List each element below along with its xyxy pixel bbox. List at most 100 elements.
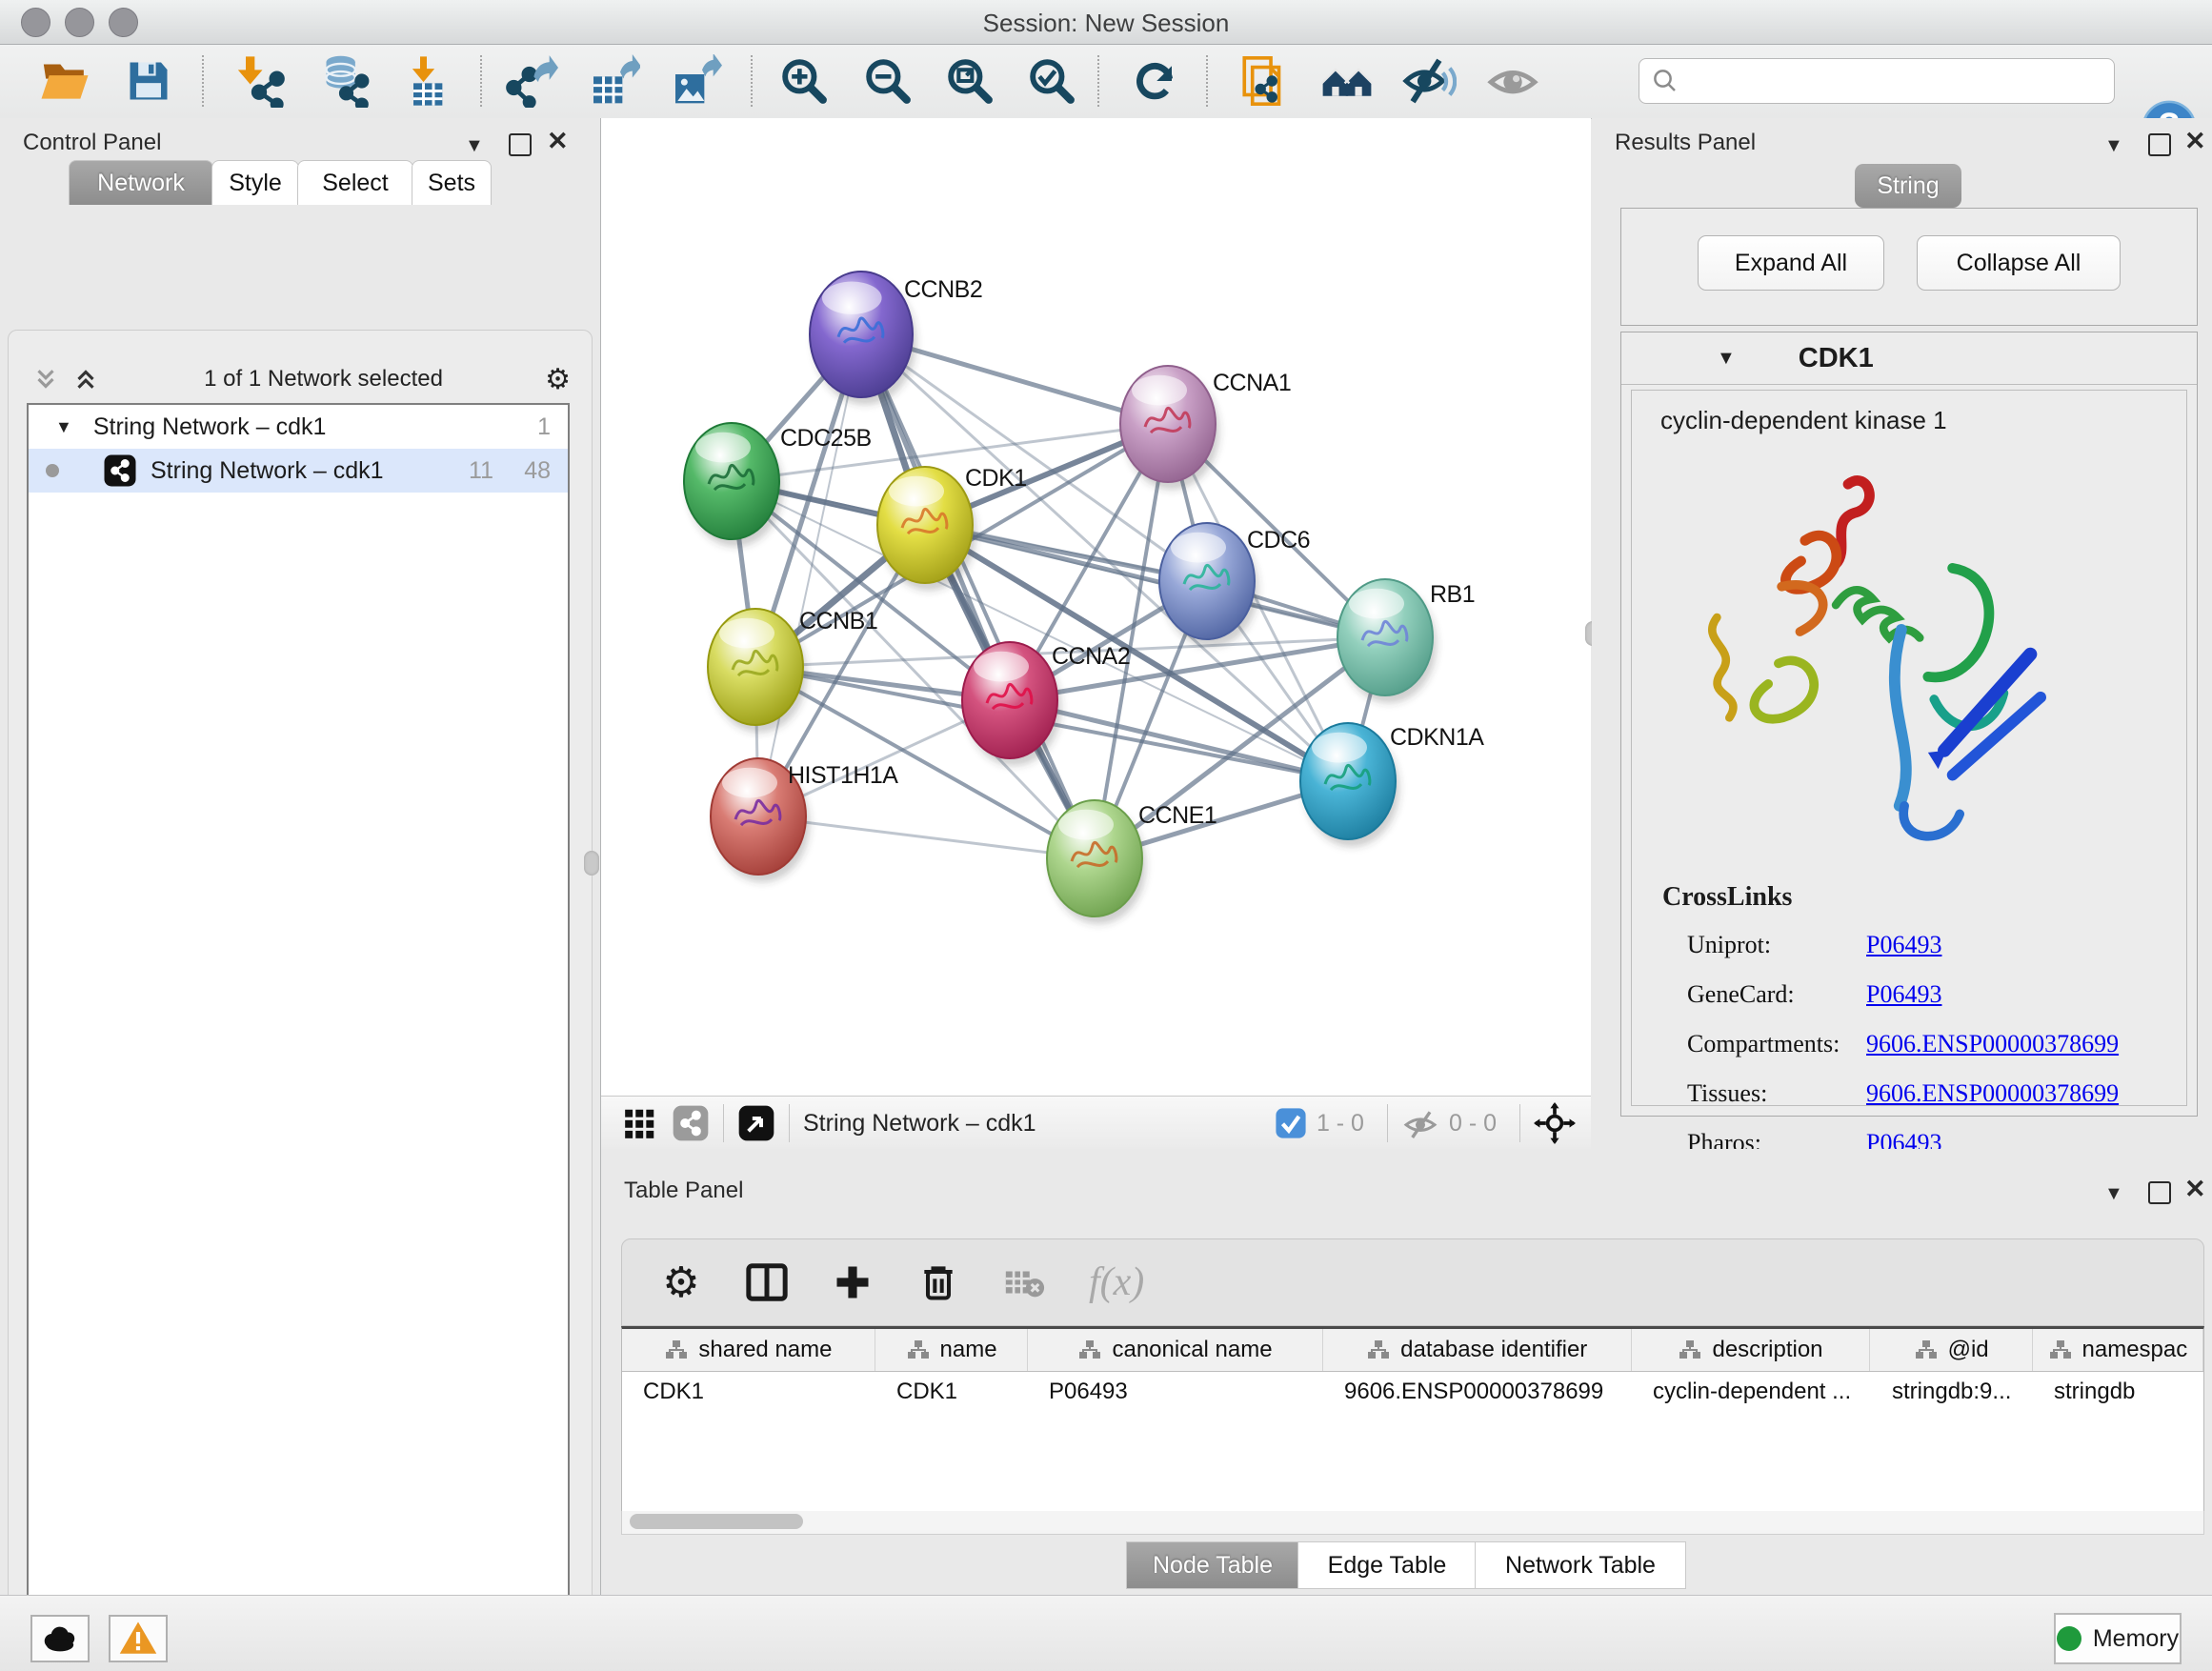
tab-network-table[interactable]: Network Table bbox=[1475, 1541, 1686, 1589]
string-import-button[interactable] bbox=[1233, 52, 1297, 110]
crosslink-link[interactable]: 9606.ENSP00000378699 bbox=[1866, 1030, 2119, 1058]
network-node[interactable] bbox=[1120, 366, 1219, 490]
selected-node-edge-counts: 1 - 0 bbox=[1317, 1110, 1364, 1137]
network-share-view-icon[interactable] bbox=[672, 1104, 710, 1142]
cloud-status-button[interactable] bbox=[30, 1615, 90, 1662]
cytoscape-window: Session: New Session bbox=[0, 0, 2212, 1671]
tab-node-table[interactable]: Node Table bbox=[1126, 1541, 1299, 1589]
network-options-gear-icon[interactable]: ⚙ bbox=[545, 363, 571, 396]
network-node[interactable] bbox=[962, 642, 1061, 766]
network-node[interactable] bbox=[1047, 800, 1146, 924]
table-body: CDK1CDK1P064939606.ENSP00000378699cyclin… bbox=[622, 1372, 2203, 1412]
network-node[interactable] bbox=[810, 272, 916, 405]
crosslink-link[interactable]: P06493 bbox=[1866, 931, 1941, 959]
tab-network[interactable]: Network bbox=[69, 160, 213, 205]
column-header[interactable]: shared name bbox=[622, 1329, 875, 1371]
import-network-file-button[interactable] bbox=[227, 52, 292, 110]
column-header[interactable]: description bbox=[1632, 1329, 1871, 1371]
crosslink-label: Tissues: bbox=[1687, 1079, 1866, 1108]
network-collection-row[interactable]: ▼ String Network – cdk1 1 bbox=[29, 405, 568, 449]
network-canvas[interactable]: CCNB2CCNA1CDC25BCDK1CDC6RB1CCNB1CCNA2CDK… bbox=[601, 118, 1591, 1096]
node-label: CDK1 bbox=[965, 465, 1027, 492]
birdseye-view-icon[interactable] bbox=[737, 1104, 775, 1142]
grid-view-icon[interactable] bbox=[622, 1105, 658, 1141]
hidden-eye-icon[interactable] bbox=[1401, 1104, 1439, 1142]
float-panel-button[interactable] bbox=[509, 133, 532, 156]
hide-graphics-button[interactable] bbox=[1397, 52, 1461, 110]
gene-details: cyclin-dependent kinase 1 bbox=[1631, 390, 2187, 1106]
panel-menu-chevron-icon[interactable]: ▼ bbox=[2104, 1183, 2123, 1204]
network-node[interactable] bbox=[1337, 579, 1437, 703]
save-session-button[interactable] bbox=[116, 52, 181, 110]
export-network-icon bbox=[505, 54, 558, 108]
column-header[interactable]: database identifier bbox=[1323, 1329, 1632, 1371]
splitter-handle[interactable] bbox=[584, 851, 599, 876]
section-collapse-icon[interactable]: ▼ bbox=[1717, 348, 1736, 370]
level-of-detail-button[interactable] bbox=[1480, 52, 1545, 110]
window-status-bar: Memory bbox=[0, 1595, 2212, 1671]
memory-button[interactable]: Memory bbox=[2054, 1613, 2182, 1664]
results-panel-title: Results Panel bbox=[1615, 130, 1756, 156]
float-panel-button[interactable] bbox=[2148, 133, 2171, 156]
title-bar: Session: New Session bbox=[0, 0, 2212, 45]
column-header[interactable]: @id bbox=[1870, 1329, 2032, 1371]
import-table-button[interactable] bbox=[394, 52, 459, 110]
crosslink-link[interactable]: P06493 bbox=[1866, 980, 1941, 1009]
table-row[interactable]: CDK1CDK1P064939606.ENSP00000378699cyclin… bbox=[622, 1372, 2203, 1412]
table-horizontal-scrollbar[interactable] bbox=[621, 1511, 2204, 1535]
home-button[interactable] bbox=[1315, 52, 1379, 110]
delete-column-trash-icon[interactable] bbox=[912, 1256, 965, 1309]
tab-style[interactable]: Style bbox=[211, 160, 299, 205]
database-icon bbox=[316, 54, 370, 108]
expand-all-chevrons-icon[interactable] bbox=[70, 365, 102, 393]
zoom-selected-button[interactable] bbox=[1019, 52, 1084, 110]
close-panel-icon[interactable]: ✕ bbox=[547, 131, 569, 151]
scrollbar-thumb[interactable] bbox=[630, 1514, 803, 1529]
crosslink-row: Uniprot:P06493 bbox=[1687, 920, 2173, 970]
float-panel-button[interactable] bbox=[2148, 1181, 2171, 1204]
float-panel-icon bbox=[2148, 1181, 2171, 1204]
tab-sets[interactable]: Sets bbox=[412, 160, 492, 205]
close-panel-icon[interactable]: ✕ bbox=[2184, 1178, 2206, 1199]
network-row-selected[interactable]: String Network – cdk1 11 48 bbox=[29, 449, 568, 493]
export-network-button[interactable] bbox=[499, 52, 564, 110]
add-column-icon[interactable] bbox=[826, 1256, 879, 1309]
crosslink-link[interactable]: 9606.ENSP00000378699 bbox=[1866, 1079, 2119, 1108]
zoom-out-button[interactable] bbox=[855, 52, 920, 110]
show-columns-icon[interactable] bbox=[740, 1256, 794, 1309]
table-settings-gear-icon[interactable]: ⚙ bbox=[654, 1256, 708, 1309]
zoom-out-icon bbox=[861, 54, 915, 108]
refresh-button[interactable] bbox=[1122, 52, 1187, 110]
panel-menu-chevron-icon[interactable]: ▼ bbox=[465, 135, 484, 156]
column-header[interactable]: canonical name bbox=[1028, 1329, 1323, 1371]
gene-section-header[interactable]: ▼ CDK1 bbox=[1621, 332, 2197, 385]
import-network-database-button[interactable] bbox=[311, 52, 375, 110]
network-node[interactable] bbox=[708, 609, 807, 733]
table-header-row: shared namenamecanonical namedatabase id… bbox=[622, 1329, 2203, 1372]
pan-crosshair-icon[interactable] bbox=[1534, 1102, 1576, 1144]
open-session-button[interactable] bbox=[32, 52, 97, 110]
column-header[interactable]: name bbox=[875, 1329, 1028, 1371]
panel-menu-chevron-icon[interactable]: ▼ bbox=[2104, 135, 2123, 156]
network-node[interactable] bbox=[1300, 723, 1399, 847]
network-node[interactable] bbox=[1159, 523, 1258, 647]
tab-string[interactable]: String bbox=[1855, 164, 1961, 208]
export-table-button[interactable] bbox=[581, 52, 646, 110]
tree-expand-icon[interactable]: ▼ bbox=[55, 417, 72, 437]
collapse-all-chevrons-icon[interactable] bbox=[30, 365, 62, 393]
tab-edge-table[interactable]: Edge Table bbox=[1297, 1541, 1477, 1589]
search-input[interactable] bbox=[1687, 61, 2114, 101]
network-graph[interactable]: CCNB2CCNA1CDC25BCDK1CDC6RB1CCNB1CCNA2CDK… bbox=[601, 118, 1591, 1096]
zoom-fit-button[interactable] bbox=[937, 52, 1002, 110]
collapse-all-button[interactable]: Collapse All bbox=[1917, 235, 2121, 291]
network-node[interactable] bbox=[877, 467, 976, 591]
zoom-in-button[interactable] bbox=[772, 52, 836, 110]
expand-all-button[interactable]: Expand All bbox=[1698, 235, 1884, 291]
export-image-button[interactable] bbox=[663, 52, 728, 110]
close-panel-icon[interactable]: ✕ bbox=[2184, 131, 2206, 151]
column-header[interactable]: namespac bbox=[2033, 1329, 2203, 1371]
selected-checkbox-icon[interactable] bbox=[1275, 1107, 1307, 1139]
warning-status-button[interactable] bbox=[109, 1615, 168, 1662]
network-edge[interactable] bbox=[758, 334, 861, 816]
tab-select[interactable]: Select bbox=[297, 160, 413, 205]
